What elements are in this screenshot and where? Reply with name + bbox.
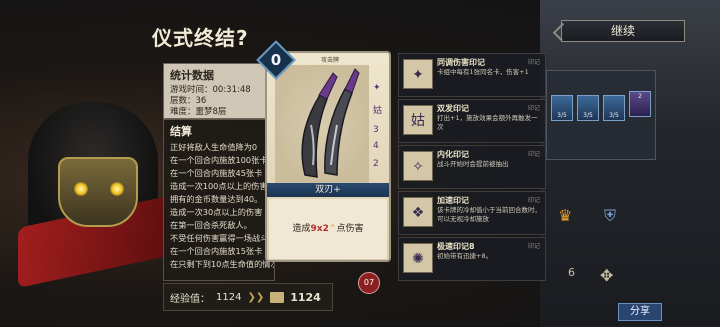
buff-item[interactable]: ❖ 加速印记 印记 该卡牌的冷却值小于当前回合数时，可以无视冷却施放 (398, 191, 546, 235)
hero-eye-left (74, 182, 88, 196)
buff-tag: 印记 (527, 59, 540, 66)
blade-slot[interactable]: 2 (629, 91, 651, 117)
buff-tag: 印记 (527, 151, 540, 158)
buff-desc: 卡组中每有1张同名卡，伤害+1 (437, 68, 529, 76)
card-sidebar: ✦ 姑 3 4 2 (371, 65, 389, 185)
summary-line: 在一个回合内施放15张卡 (170, 246, 263, 256)
stats-row-time: 游戏时间：00:31:48 (170, 85, 251, 95)
slot-badge: 2 (638, 93, 642, 100)
dagger-icon (301, 68, 360, 178)
buff-name: 同调伤害印记 (437, 58, 485, 67)
summary-line: 在第一回合杀死敌人。 (170, 220, 252, 230)
level-badge: 07 (358, 272, 380, 294)
continue-button[interactable]: 继续 (561, 20, 685, 42)
summary-heading: 结算 (170, 125, 192, 138)
rune-icon: 姑 (373, 106, 383, 116)
buff-desc: 初始带有迅捷+8。 (437, 252, 493, 260)
slot-count: 3/5 (557, 112, 567, 119)
summary-line: 在一个回合内施放100张卡 (170, 155, 268, 165)
card-description: 造成9x2⌃点伤害 (269, 199, 387, 259)
experience-total: 1124 (290, 290, 321, 304)
slot-count: 3/5 (583, 112, 593, 119)
stats-row-difficulty: 难度：噩梦8层 (170, 107, 227, 117)
stats-heading: 统计数据 (170, 69, 214, 82)
buff-icon: ✧ (403, 151, 433, 181)
card-cost: 0 (270, 51, 282, 69)
arrow-right-icon: ❯❯ (247, 291, 265, 303)
buff-name: 极速印记8 (437, 242, 475, 251)
book-icon (270, 291, 285, 303)
buff-desc: 打出+1，施放效果会额外再触发一次 (437, 114, 538, 131)
buff-desc: 该卡牌的冷却值小于当前回合数时，可以无视冷却施放 (437, 206, 541, 223)
buff-tag: 印记 (527, 243, 540, 250)
inventory-panel: 3/5 3/5 3/5 2 (546, 70, 656, 160)
slot-count: 3/5 (609, 112, 619, 119)
card-type: 攻击牌 (320, 57, 339, 64)
stats-row-floor: 层数：36 (170, 96, 207, 106)
buff-icon: ✺ (403, 243, 433, 273)
summary-panel[interactable]: 结算 正好将敌人生命值降为0 在一个回合内施放100张卡 在一个回合内施放45张… (163, 119, 275, 281)
side-number: 3 (373, 125, 379, 135)
buff-item[interactable]: ✧ 内化印记 印记 战斗开始时会提前被抽出 (398, 145, 546, 189)
hero-eye-right (110, 182, 124, 196)
cross-icon[interactable]: ✥ (600, 266, 613, 285)
shield-slot[interactable]: 3/5 (551, 95, 573, 121)
card-name: 双刃+ (267, 183, 389, 197)
shield-slot[interactable]: 3/5 (603, 95, 625, 121)
background-right (540, 0, 720, 327)
buff-icon: 姑 (403, 105, 433, 135)
card-desc-post: 点伤害 (336, 224, 364, 234)
shield-slot[interactable]: 3/5 (577, 95, 599, 121)
summary-line: 在只剩下到10点生命值的情况 (170, 259, 275, 269)
summary-line: 不受任何伤害赢得一场战斗 (170, 233, 269, 243)
rune-icon: ✦ (373, 83, 381, 93)
shield-icon[interactable]: ⛨ (604, 206, 616, 226)
card-desc-value: 9x2 (310, 224, 329, 234)
buff-name: 双发印记 (437, 104, 469, 113)
buff-name: 内化印记 (437, 150, 469, 159)
share-button[interactable]: 分享 (618, 303, 662, 321)
buff-name: 加速印记 (437, 196, 469, 205)
buff-item[interactable]: ✺ 极速印记8 印记 初始带有迅捷+8。 (398, 237, 546, 281)
buff-item[interactable]: 姑 双发印记 印记 打出+1，施放效果会额外再触发一次 (398, 99, 546, 143)
summary-line: 在一个回合内施放45张卡 (170, 168, 263, 178)
buff-icon: ❖ (403, 197, 433, 227)
relic-count: 6 (568, 266, 575, 279)
buff-tag: 印记 (527, 197, 540, 204)
buff-list: ✦ 同调伤害印记 印记 卡组中每有1张同名卡，伤害+1 姑 双发印记 印记 打出… (398, 53, 546, 283)
side-number: 2 (373, 159, 379, 169)
summary-line: 正好将敌人生命值降为0 (170, 142, 258, 152)
side-number: 4 (373, 141, 379, 151)
card-desc-pre: 造成 (292, 224, 311, 234)
card-double-blade[interactable]: 攻击牌 ✦ 姑 3 4 2 双刃+ 造成9x2⌃点伤害 (265, 51, 391, 262)
experience-bar: 经验值： 1124 ❯❯ 1124 (163, 283, 333, 311)
page-title: 仪式终结? (152, 26, 249, 50)
experience-label: 经验值： (170, 293, 210, 305)
buff-icon: ✦ (403, 59, 433, 89)
summary-line: 造成一次100点以上的伤害 (170, 181, 268, 191)
card-art (275, 65, 369, 185)
summary-line: 造成一次30点以上的伤害 (170, 207, 263, 217)
buff-item[interactable]: ✦ 同调伤害印记 印记 卡组中每有1张同名卡，伤害+1 (398, 53, 546, 97)
buff-desc: 战斗开始时会提前被抽出 (437, 160, 509, 168)
summary-line: 拥有的金币数量达到40。 (170, 194, 263, 204)
buff-tag: 印记 (527, 105, 540, 112)
hero-mask (58, 157, 138, 227)
crown-icon[interactable]: ♛ (558, 206, 572, 225)
stats-panel: 统计数据 游戏时间：00:31:48 层数：36 难度：噩梦8层 (163, 63, 275, 119)
experience-value: 1124 (216, 291, 242, 303)
hero-character (18, 62, 168, 327)
